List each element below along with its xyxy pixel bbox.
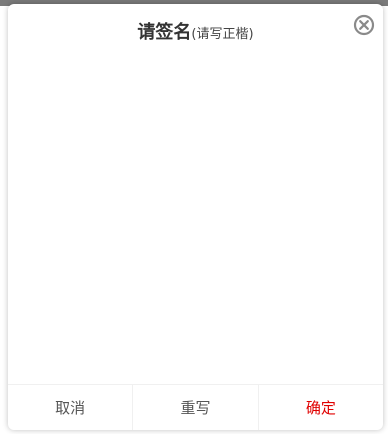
cancel-button[interactable]: 取消 (8, 385, 134, 430)
close-circle-icon (353, 14, 375, 36)
close-button[interactable] (353, 14, 375, 36)
dialog-title-main: 请签名 (137, 22, 192, 43)
signature-canvas[interactable] (8, 54, 383, 384)
signature-dialog: 请签名(请写正楷) 取消 重写 确定 (8, 4, 383, 430)
dialog-title-hint: (请写正楷) (191, 27, 254, 42)
dialog-title: 请签名(请写正楷) (8, 18, 383, 44)
dialog-header: 请签名(请写正楷) (8, 4, 383, 54)
confirm-button[interactable]: 确定 (259, 385, 383, 430)
dialog-footer: 取消 重写 确定 (8, 384, 383, 430)
rewrite-button[interactable]: 重写 (133, 385, 259, 430)
